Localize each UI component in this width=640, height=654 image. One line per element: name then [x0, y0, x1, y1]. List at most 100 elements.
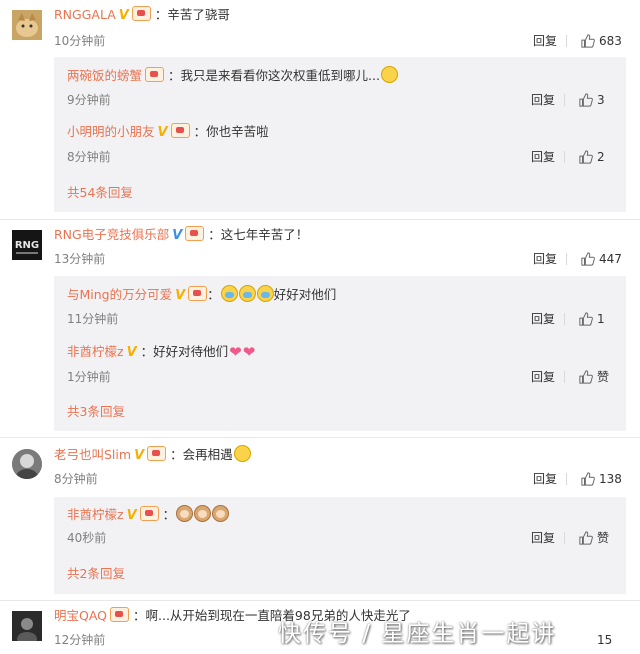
verified-gold-icon: V	[175, 288, 186, 303]
comment-header: 老弓也叫Slim V ：会再相遇	[54, 445, 251, 463]
reply-button[interactable]: 回复	[533, 471, 557, 487]
user-avatar-icon	[12, 611, 42, 641]
thumb-up-icon	[581, 34, 595, 48]
like-count: 1	[597, 312, 605, 326]
divider	[566, 253, 567, 265]
monkey-emoji-icon	[194, 505, 212, 522]
divider	[0, 219, 640, 220]
reply-header: 非酋柠檬z V ：好好对待他们❤❤	[67, 343, 255, 361]
comment-text: ：辛苦了骁哥	[154, 7, 230, 22]
like-count: 447	[599, 252, 622, 266]
comment-time: 8分钟前	[54, 472, 98, 486]
like-count: 683	[599, 34, 622, 48]
thumb-up-icon	[581, 472, 595, 486]
more-replies-link[interactable]: 共3条回复	[67, 404, 125, 420]
vip-badge-icon	[110, 607, 130, 622]
username-link[interactable]: 小明明的小朋友	[67, 124, 155, 139]
thumb-up-icon	[579, 370, 593, 384]
username-link[interactable]: 老弓也叫Slim	[54, 447, 131, 462]
like-count: 15	[597, 633, 613, 647]
reply-time: 1分钟前	[67, 370, 111, 384]
reply-time: 11分钟前	[67, 312, 119, 326]
crying-emoji-icon	[238, 285, 256, 302]
thumb-up-icon	[579, 93, 593, 107]
comment-header: RNGGALA V ：辛苦了骁哥	[54, 6, 230, 24]
divider	[0, 437, 640, 438]
username-link[interactable]: 两碗饭的螃蟹	[67, 68, 142, 83]
like-button[interactable]: 15	[597, 632, 612, 648]
like-button[interactable]: 3	[579, 92, 605, 108]
reply-button[interactable]: 回复	[531, 369, 555, 385]
reply-header: 与Ming的万分可爱 V：好好对他们	[67, 285, 337, 303]
avatar[interactable]: RNG	[12, 230, 42, 260]
reply-list: 非酋柠檬z V ： 40秒前 回复 赞 共2条回复	[54, 497, 626, 594]
more-replies-link[interactable]: 共54条回复	[67, 185, 133, 201]
like-button[interactable]: 447	[581, 251, 622, 267]
divider	[566, 473, 567, 485]
like-button[interactable]: 2	[579, 149, 605, 165]
thumb-up-icon	[579, 150, 593, 164]
username-link[interactable]: 非酋柠檬z	[67, 344, 124, 359]
reply-time: 9分钟前	[67, 93, 111, 107]
avatar[interactable]	[12, 611, 42, 641]
vip-badge-icon	[139, 506, 159, 521]
like-button[interactable]: 138	[581, 471, 622, 487]
reply-button[interactable]: 回复	[531, 311, 555, 327]
reply-button[interactable]: 回复	[533, 33, 557, 49]
like-count: 赞	[597, 531, 610, 545]
reply-time: 40秒前	[67, 531, 107, 545]
vip-badge-icon	[145, 67, 165, 82]
reply-list: 与Ming的万分可爱 V：好好对他们 11分钟前 回复 1 非酋柠檬z V ：好好对…	[54, 276, 626, 431]
monkey-emoji-icon	[212, 505, 230, 522]
reply-button[interactable]: 回复	[531, 530, 555, 546]
comment-header: RNG电子竞技俱乐部 V ：这七年辛苦了！	[54, 226, 308, 244]
thumb-up-icon	[579, 312, 593, 326]
heart-emoji-icon: ❤	[242, 343, 256, 361]
vip-badge-icon	[185, 226, 205, 241]
reply-header: 非酋柠檬z V ：	[67, 505, 230, 523]
heart-emoji-icon: ❤	[229, 343, 242, 361]
username-link[interactable]: 与Ming的万分可爱	[67, 287, 172, 302]
divider	[564, 313, 565, 325]
reply-text: ：	[162, 507, 176, 522]
like-button[interactable]: 1	[579, 311, 605, 327]
monkey-emoji-icon	[176, 505, 194, 522]
reply-button[interactable]: 回复	[531, 149, 555, 165]
verified-gold-icon: V	[118, 8, 129, 23]
thumb-up-icon	[579, 531, 593, 545]
comment-time: 13分钟前	[54, 252, 106, 266]
verified-gold-icon: V	[134, 448, 145, 463]
username-link[interactable]: RNGGALA	[54, 7, 116, 22]
username-link[interactable]: 明宝QAQ	[54, 608, 107, 623]
crying-emoji-icon	[256, 285, 274, 302]
more-replies-link[interactable]: 共2条回复	[67, 566, 125, 582]
avatar[interactable]	[12, 449, 42, 479]
reply-button[interactable]: 回复	[533, 251, 557, 267]
vip-badge-icon	[147, 446, 167, 461]
username-link[interactable]: RNG电子竞技俱乐部	[54, 227, 169, 242]
verified-gold-icon: V	[126, 508, 137, 523]
cat-avatar-icon	[12, 10, 42, 40]
like-button[interactable]: 683	[581, 33, 622, 49]
crying-emoji-icon	[220, 285, 238, 302]
reply-time: 8分钟前	[67, 150, 111, 164]
reply-text: ：好好对待他们	[140, 344, 229, 359]
comment-time: 10分钟前	[54, 34, 106, 48]
username-link[interactable]: 非酋柠檬z	[67, 507, 124, 522]
rng-logo-icon: RNG	[12, 230, 42, 260]
reply-text: 好好对他们	[273, 287, 337, 302]
like-button[interactable]: 赞	[579, 369, 609, 385]
like-button[interactable]: 赞	[579, 530, 609, 546]
avatar[interactable]	[12, 10, 42, 40]
reply-header: 两碗饭的螃蟹 ：我只是来看看你这次权重低到哪儿...	[67, 66, 398, 84]
reply-button[interactable]: 回复	[531, 92, 555, 108]
reply-list: 两碗饭的螃蟹 ：我只是来看看你这次权重低到哪儿... 9分钟前 回复 3 小明明…	[54, 57, 626, 212]
reply-header: 小明明的小朋友 V ：你也辛苦啦	[67, 123, 269, 141]
vip-badge-icon	[188, 286, 208, 301]
vip-badge-icon	[170, 123, 190, 138]
thumb-up-icon	[581, 252, 595, 266]
divider	[0, 600, 640, 601]
divider	[564, 151, 565, 163]
verified-gold-icon: V	[157, 125, 168, 140]
vip-badge-icon	[131, 6, 151, 21]
